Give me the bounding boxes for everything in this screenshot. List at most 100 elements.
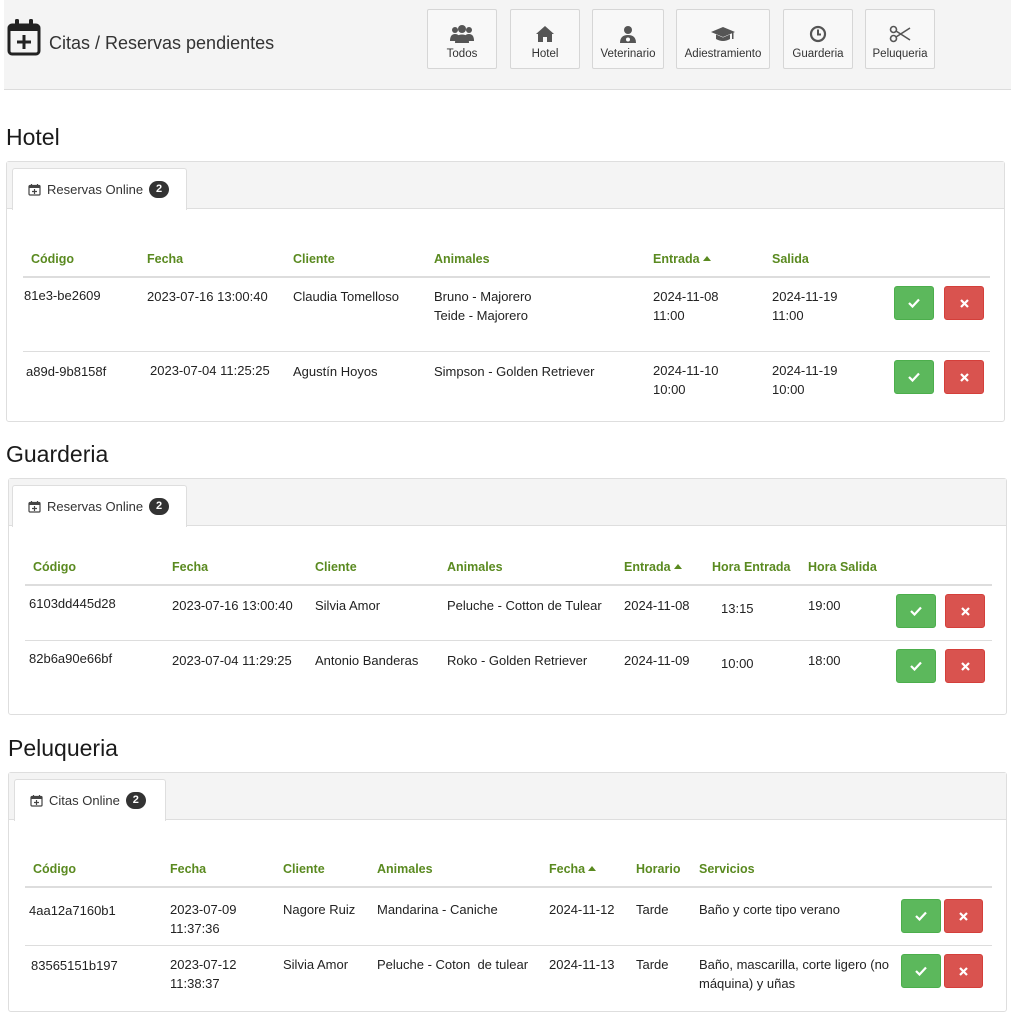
home-icon xyxy=(536,26,554,42)
reject-button[interactable] xyxy=(945,594,985,628)
cell-servicios: Baño, mascarilla, corte ligero (no xyxy=(699,957,890,972)
cell-animal: Simpson - Golden Retriever xyxy=(434,364,595,379)
close-icon xyxy=(960,606,970,616)
cell-codigo: 6103dd445d28 xyxy=(29,596,116,611)
col-header-hora-salida[interactable]: Hora Salida xyxy=(808,560,877,574)
filter-adiestramiento-label: Adiestramiento xyxy=(684,48,762,60)
cell-hora: 11:38:37 xyxy=(170,976,220,991)
col-header-codigo[interactable]: Código xyxy=(33,862,76,876)
cell-fecha: 2023-07-04 11:29:25 xyxy=(172,653,292,668)
cell-codigo: 81e3-be2609 xyxy=(24,288,101,303)
calendar-plus-icon xyxy=(30,795,43,807)
sort-asc-icon xyxy=(702,256,711,261)
check-icon xyxy=(910,606,922,616)
col-header-fecha[interactable]: Fecha xyxy=(170,862,206,876)
close-icon xyxy=(959,298,969,308)
col-header-animales[interactable]: Animales xyxy=(377,862,433,876)
col-header-salida[interactable]: Salida xyxy=(772,252,809,266)
section-title-guarderia: Guarderia xyxy=(6,441,109,467)
tab-label: Citas Online xyxy=(49,793,120,808)
tab-peluqueria-citas-online[interactable]: Citas Online 2 xyxy=(14,779,166,821)
col-header-codigo[interactable]: Código xyxy=(33,560,76,574)
filter-hotel-label: Hotel xyxy=(531,48,559,60)
cell-fecha: 2023-07-12 xyxy=(170,957,237,972)
col-header-fecha-cita-label: Fecha xyxy=(549,862,586,876)
accept-button[interactable] xyxy=(901,899,941,933)
page-header: Citas / Reservas pendientes Todos Hotel … xyxy=(4,0,1011,90)
cell-codigo: 4aa12a7160b1 xyxy=(29,903,116,918)
count-badge: 2 xyxy=(149,181,170,198)
sort-asc-icon xyxy=(588,866,597,871)
col-header-fecha[interactable]: Fecha xyxy=(172,560,208,574)
col-header-cliente[interactable]: Cliente xyxy=(293,252,335,266)
col-header-horario[interactable]: Horario xyxy=(636,862,680,876)
col-header-cliente[interactable]: Cliente xyxy=(315,560,357,574)
accept-button[interactable] xyxy=(894,360,934,394)
close-icon xyxy=(959,966,968,976)
cell-cliente: Nagore Ruiz xyxy=(283,902,356,917)
row-divider xyxy=(25,640,992,641)
col-header-entrada[interactable]: Entrada xyxy=(624,560,682,574)
cell-animal: Mandarina - Caniche xyxy=(377,902,498,917)
check-icon xyxy=(910,661,922,671)
reject-button[interactable] xyxy=(944,954,983,988)
check-icon xyxy=(915,966,927,976)
check-icon xyxy=(908,298,920,308)
clock-icon xyxy=(809,25,827,43)
accept-button[interactable] xyxy=(901,954,941,988)
cell-hora-salida: 18:00 xyxy=(808,653,841,668)
col-header-servicios[interactable]: Servicios xyxy=(699,862,755,876)
reject-button[interactable] xyxy=(944,899,983,933)
accept-button[interactable] xyxy=(896,649,936,683)
tab-guarderia-reservas-online[interactable]: Reservas Online 2 xyxy=(12,485,187,527)
filter-peluqueria-button[interactable]: Peluqueria xyxy=(865,9,935,69)
row-divider xyxy=(25,945,992,946)
filter-veterinario-button[interactable]: Veterinario xyxy=(592,9,664,69)
reject-button[interactable] xyxy=(944,360,984,394)
accept-button[interactable] xyxy=(896,594,936,628)
cell-animal: Peluche - Coton de tulear xyxy=(377,957,529,972)
panel-peluqueria-tabbar: Citas Online 2 xyxy=(9,773,1006,821)
cell-hora-salida: 19:00 xyxy=(808,598,841,613)
filter-guarderia-button[interactable]: Guarderia xyxy=(783,9,853,69)
cell-animal: Bruno - Majorero xyxy=(434,289,532,304)
col-header-fecha-cita[interactable]: Fecha xyxy=(549,862,597,876)
users-icon xyxy=(450,25,474,43)
col-header-hora-entrada[interactable]: Hora Entrada xyxy=(712,560,791,574)
cell-cliente: Claudia Tomelloso xyxy=(293,289,399,304)
col-header-entrada[interactable]: Entrada xyxy=(653,252,711,266)
cell-cliente: Antonio Banderas xyxy=(315,653,419,668)
col-header-fecha[interactable]: Fecha xyxy=(147,252,183,266)
panel-hotel: Reservas Online 2 Código Fecha Cliente A… xyxy=(6,161,1005,422)
col-header-cliente[interactable]: Cliente xyxy=(283,862,325,876)
filter-todos-button[interactable]: Todos xyxy=(427,9,497,69)
filter-adiestramiento-button[interactable]: Adiestramiento xyxy=(676,9,770,69)
sort-asc-icon xyxy=(673,564,682,569)
filter-hotel-button[interactable]: Hotel xyxy=(510,9,580,69)
cell-hora: 11:37:36 xyxy=(170,921,220,936)
cell-servicios: máquina) y uñas xyxy=(699,976,796,991)
panel-peluqueria: Citas Online 2 Código Fecha Cliente Anim… xyxy=(8,772,1007,1012)
col-header-codigo[interactable]: Código xyxy=(31,252,74,266)
reject-button[interactable] xyxy=(945,649,985,683)
cell-fecha: 2023-07-16 13:00:40 xyxy=(172,598,293,613)
col-header-animales[interactable]: Animales xyxy=(447,560,503,574)
col-header-entrada-label: Entrada xyxy=(653,252,700,266)
count-badge: 2 xyxy=(149,498,170,515)
col-header-animales[interactable]: Animales xyxy=(434,252,490,266)
col-header-entrada-label: Entrada xyxy=(624,560,671,574)
accept-button[interactable] xyxy=(894,286,934,320)
reject-button[interactable] xyxy=(944,286,984,320)
cell-fecha: 2023-07-16 13:00:40 xyxy=(147,289,268,304)
cell-servicios: Baño y corte tipo verano xyxy=(699,902,840,917)
count-badge: 2 xyxy=(125,792,146,809)
section-title-peluqueria: Peluqueria xyxy=(8,735,118,761)
cell-fecha: 2023-07-04 11:25:25 xyxy=(150,363,270,378)
cell-animal: Roko - Golden Retriever xyxy=(447,653,588,668)
cell-hora-entrada: 13:15 xyxy=(721,601,754,616)
user-doctor-icon xyxy=(620,26,636,43)
cell-salida-hora: 10:00 xyxy=(772,382,805,397)
cell-entrada: 2024-11-09 xyxy=(624,653,690,668)
tab-hotel-reservas-online[interactable]: Reservas Online 2 xyxy=(12,168,187,210)
cell-fecha-cita: 2024-11-13 xyxy=(549,957,615,972)
